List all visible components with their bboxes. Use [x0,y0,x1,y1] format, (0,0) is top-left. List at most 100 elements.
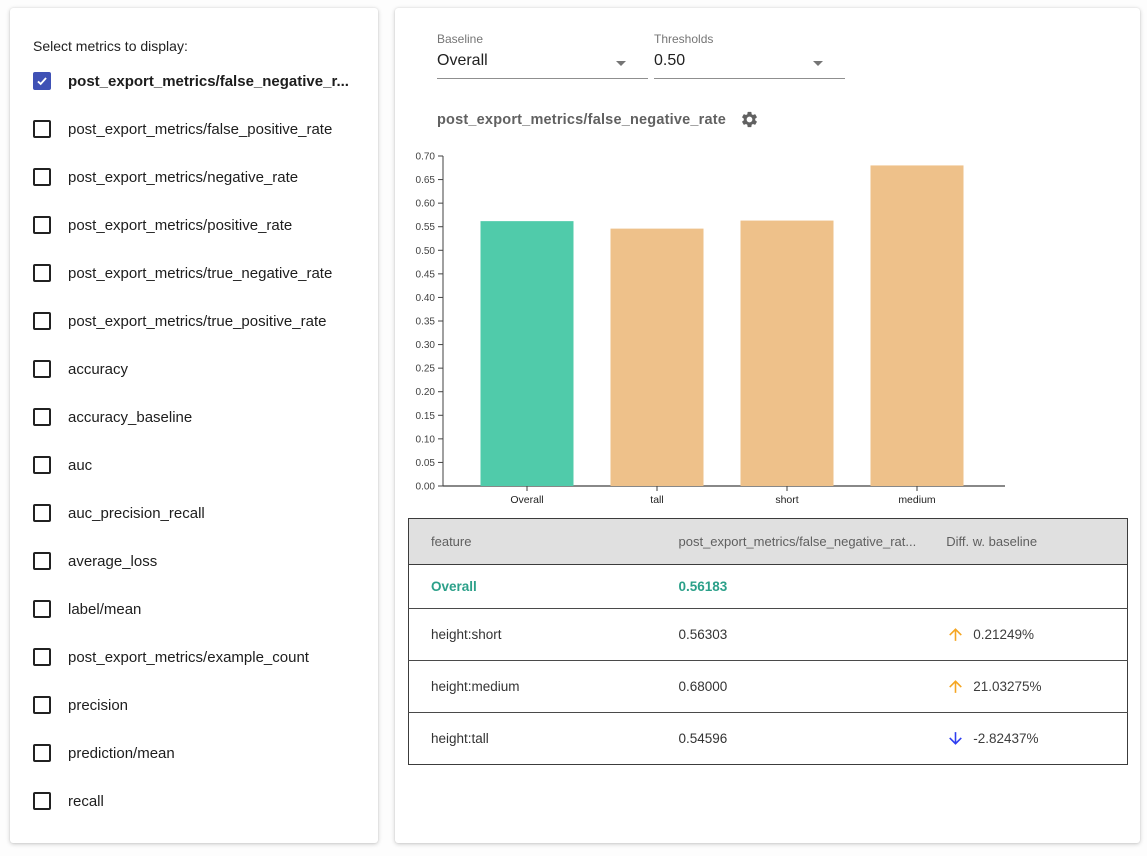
checkbox-icon[interactable] [33,216,51,234]
checkbox-icon[interactable] [33,168,51,186]
y-axis-tick-label: 0.05 [416,458,436,469]
metric-value-cell: 0.54596 [657,713,925,765]
checkbox-checked-icon[interactable] [33,72,51,90]
feature-cell: height:medium [409,661,657,713]
metric-picker-title: Select metrics to display: [10,8,378,54]
checkbox-icon[interactable] [33,264,51,282]
checkbox-icon[interactable] [33,456,51,474]
metric-label: accuracy_baseline [68,409,192,426]
metric-checkbox-item[interactable]: accuracy_baseline [10,393,378,441]
metric-label: prediction/mean [68,745,175,762]
thresholds-select-label: Thresholds [654,32,845,46]
x-axis-tick-label: medium [898,494,936,506]
checkbox-icon[interactable] [33,360,51,378]
metrics-table: feature post_export_metrics/false_negati… [408,518,1128,765]
feature-cell: Overall [409,565,657,609]
checkbox-icon[interactable] [33,408,51,426]
metric-label: post_export_metrics/example_count [68,649,309,666]
metric-label: post_export_metrics/false_positive_rate [68,121,332,138]
col-header-diff: Diff. w. baseline [924,519,1127,565]
feature-cell: height:tall [409,713,657,765]
diff-cell: 21.03275% [924,661,1127,713]
metric-label: auc_precision_recall [68,505,205,522]
chart-header: post_export_metrics/false_negative_rate [437,110,759,129]
metric-label: post_export_metrics/false_negative_r... [68,73,349,90]
y-axis-tick-label: 0.50 [416,246,436,257]
metric-picker-panel: Select metrics to display: post_export_m… [10,8,378,843]
checkbox-icon[interactable] [33,744,51,762]
table-row: height:short0.56303 0.21249% [409,609,1128,661]
col-header-feature: feature [409,519,657,565]
metric-checkbox-item[interactable]: auc_precision_recall [10,489,378,537]
metric-value-cell: 0.56303 [657,609,925,661]
y-axis-tick-label: 0.70 [416,152,436,163]
metric-label: post_export_metrics/positive_rate [68,217,292,234]
table-row: height:tall0.54596 -2.82437% [409,713,1128,765]
checkbox-icon[interactable] [33,552,51,570]
arrow-up-icon [946,677,965,696]
bar-tall[interactable] [611,229,704,486]
table-row: Overall0.56183 [409,565,1128,609]
chevron-down-icon [616,61,626,66]
thresholds-select[interactable]: Thresholds 0.50 [654,32,845,79]
x-axis-tick-label: short [775,494,798,506]
bar-medium[interactable] [871,165,964,486]
diff-value: -2.82437% [973,731,1038,746]
metrics-list: post_export_metrics/false_negative_r...p… [10,57,378,825]
y-axis-tick-label: 0.35 [416,317,436,328]
arrow-down-icon [946,729,965,748]
metric-checkbox-item[interactable]: average_loss [10,537,378,585]
diff-value: 0.21249% [973,627,1034,642]
bar-chart: 0.000.050.100.150.200.250.300.350.400.45… [395,148,1140,513]
metric-checkbox-item[interactable]: prediction/mean [10,729,378,777]
y-axis-tick-label: 0.15 [416,411,436,422]
metric-label: accuracy [68,361,128,378]
metric-checkbox-item[interactable]: label/mean [10,585,378,633]
checkbox-icon[interactable] [33,600,51,618]
metric-checkbox-item[interactable]: accuracy [10,345,378,393]
y-axis-tick-label: 0.40 [416,293,436,304]
settings-gear-icon[interactable] [740,110,759,129]
y-axis-tick-label: 0.45 [416,269,436,280]
y-axis-tick-label: 0.30 [416,340,436,351]
diff-cell: 0.21249% [924,609,1127,661]
bar-Overall[interactable] [481,221,574,486]
y-axis-tick-label: 0.25 [416,364,436,375]
metric-checkbox-item[interactable]: post_export_metrics/true_positive_rate [10,297,378,345]
feature-cell: height:short [409,609,657,661]
diff-cell: -2.82437% [924,713,1127,765]
metrics-panel: Baseline Overall Thresholds 0.50 post_ex… [395,8,1140,843]
metric-checkbox-item[interactable]: recall [10,777,378,825]
metric-checkbox-item[interactable]: post_export_metrics/false_negative_r... [10,57,378,105]
checkbox-icon[interactable] [33,696,51,714]
checkbox-icon[interactable] [33,120,51,138]
checkbox-icon[interactable] [33,312,51,330]
x-axis-tick-label: tall [650,494,663,506]
metric-checkbox-item[interactable]: post_export_metrics/true_negative_rate [10,249,378,297]
metric-label: recall [68,793,104,810]
metric-checkbox-item[interactable]: auc [10,441,378,489]
metric-checkbox-item[interactable]: post_export_metrics/negative_rate [10,153,378,201]
metric-label: post_export_metrics/true_negative_rate [68,265,332,282]
table-body: Overall0.56183height:short0.56303 0.21249… [409,565,1128,765]
chevron-down-icon [813,61,823,66]
checkbox-icon[interactable] [33,504,51,522]
metric-value-cell: 0.68000 [657,661,925,713]
baseline-select[interactable]: Baseline Overall [437,32,648,79]
x-axis-tick-label: Overall [510,494,543,506]
y-axis-tick-label: 0.55 [416,222,436,233]
checkbox-icon[interactable] [33,792,51,810]
metric-value-cell: 0.56183 [657,565,925,609]
baseline-select-label: Baseline [437,32,648,46]
metric-checkbox-item[interactable]: post_export_metrics/false_positive_rate [10,105,378,153]
bar-short[interactable] [741,221,834,486]
metric-label: average_loss [68,553,157,570]
metric-checkbox-item[interactable]: precision [10,681,378,729]
arrow-up-icon [946,625,965,644]
metric-label: label/mean [68,601,141,618]
checkbox-icon[interactable] [33,648,51,666]
table-row: height:medium0.6800021.03275% [409,661,1128,713]
metric-label: precision [68,697,128,714]
metric-checkbox-item[interactable]: post_export_metrics/positive_rate [10,201,378,249]
metric-checkbox-item[interactable]: post_export_metrics/example_count [10,633,378,681]
